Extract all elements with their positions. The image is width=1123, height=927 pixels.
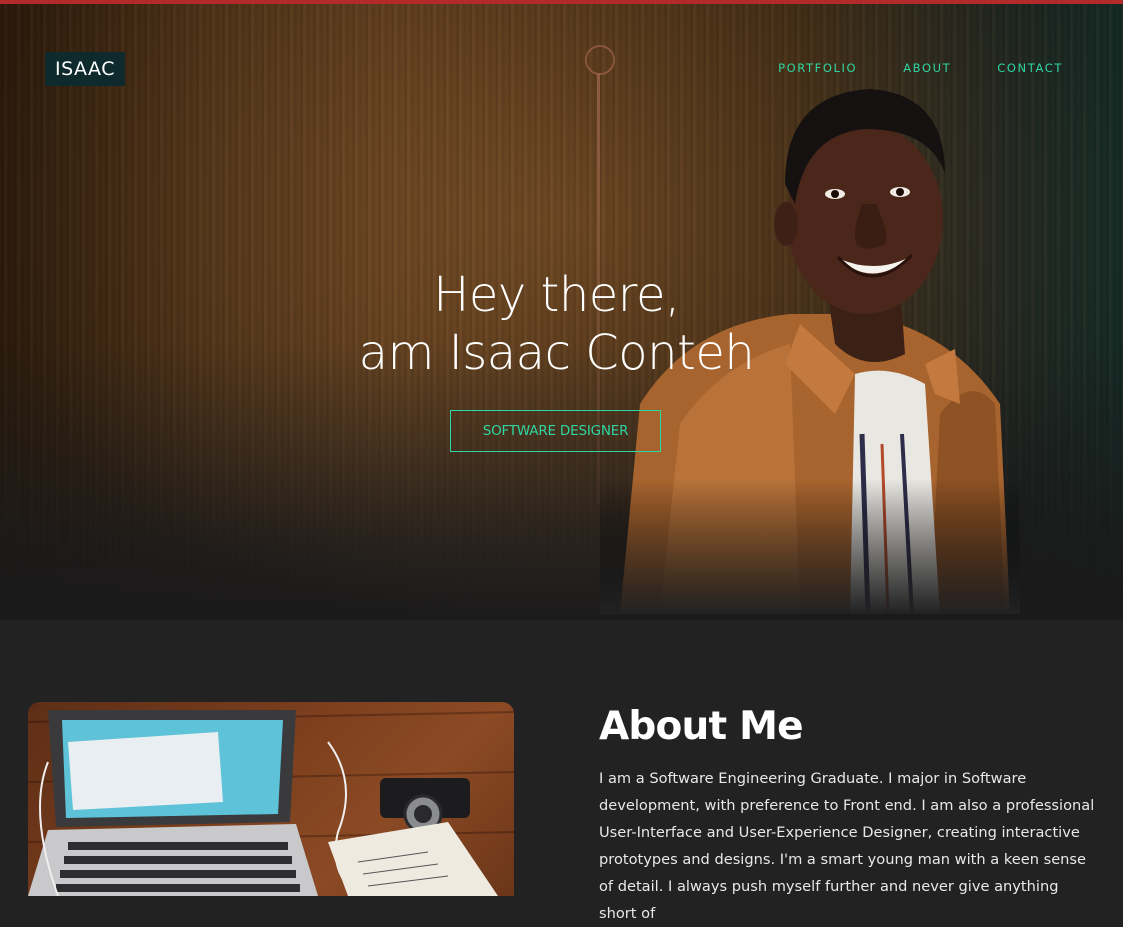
hero-heading-line-1: Hey there, <box>433 267 680 323</box>
nav-link-contact[interactable]: CONTACT <box>997 61 1063 75</box>
laptop-desk-illustration <box>28 710 514 896</box>
hero-section: ISAAC PORTFOLIO ABOUT CONTACT Hey there,… <box>0 4 1123 620</box>
about-photo-laptop-desk <box>28 702 514 896</box>
software-designer-button[interactable]: SOFTWARE DESIGNER <box>450 410 661 452</box>
nav-link-about[interactable]: ABOUT <box>903 61 951 75</box>
nav-link-portfolio[interactable]: PORTFOLIO <box>778 61 857 75</box>
main-nav: PORTFOLIO ABOUT CONTACT <box>778 61 1063 75</box>
decorative-ring <box>585 45 615 75</box>
hero-heading-line-2: am Isaac Conteh <box>358 325 755 381</box>
site-logo[interactable]: ISAAC <box>45 52 125 86</box>
hero-heading: Hey there, am Isaac Conteh <box>0 266 1113 382</box>
about-heading: About Me <box>599 704 804 749</box>
about-paragraph: I am a Software Engineering Graduate. I … <box>599 770 1095 922</box>
